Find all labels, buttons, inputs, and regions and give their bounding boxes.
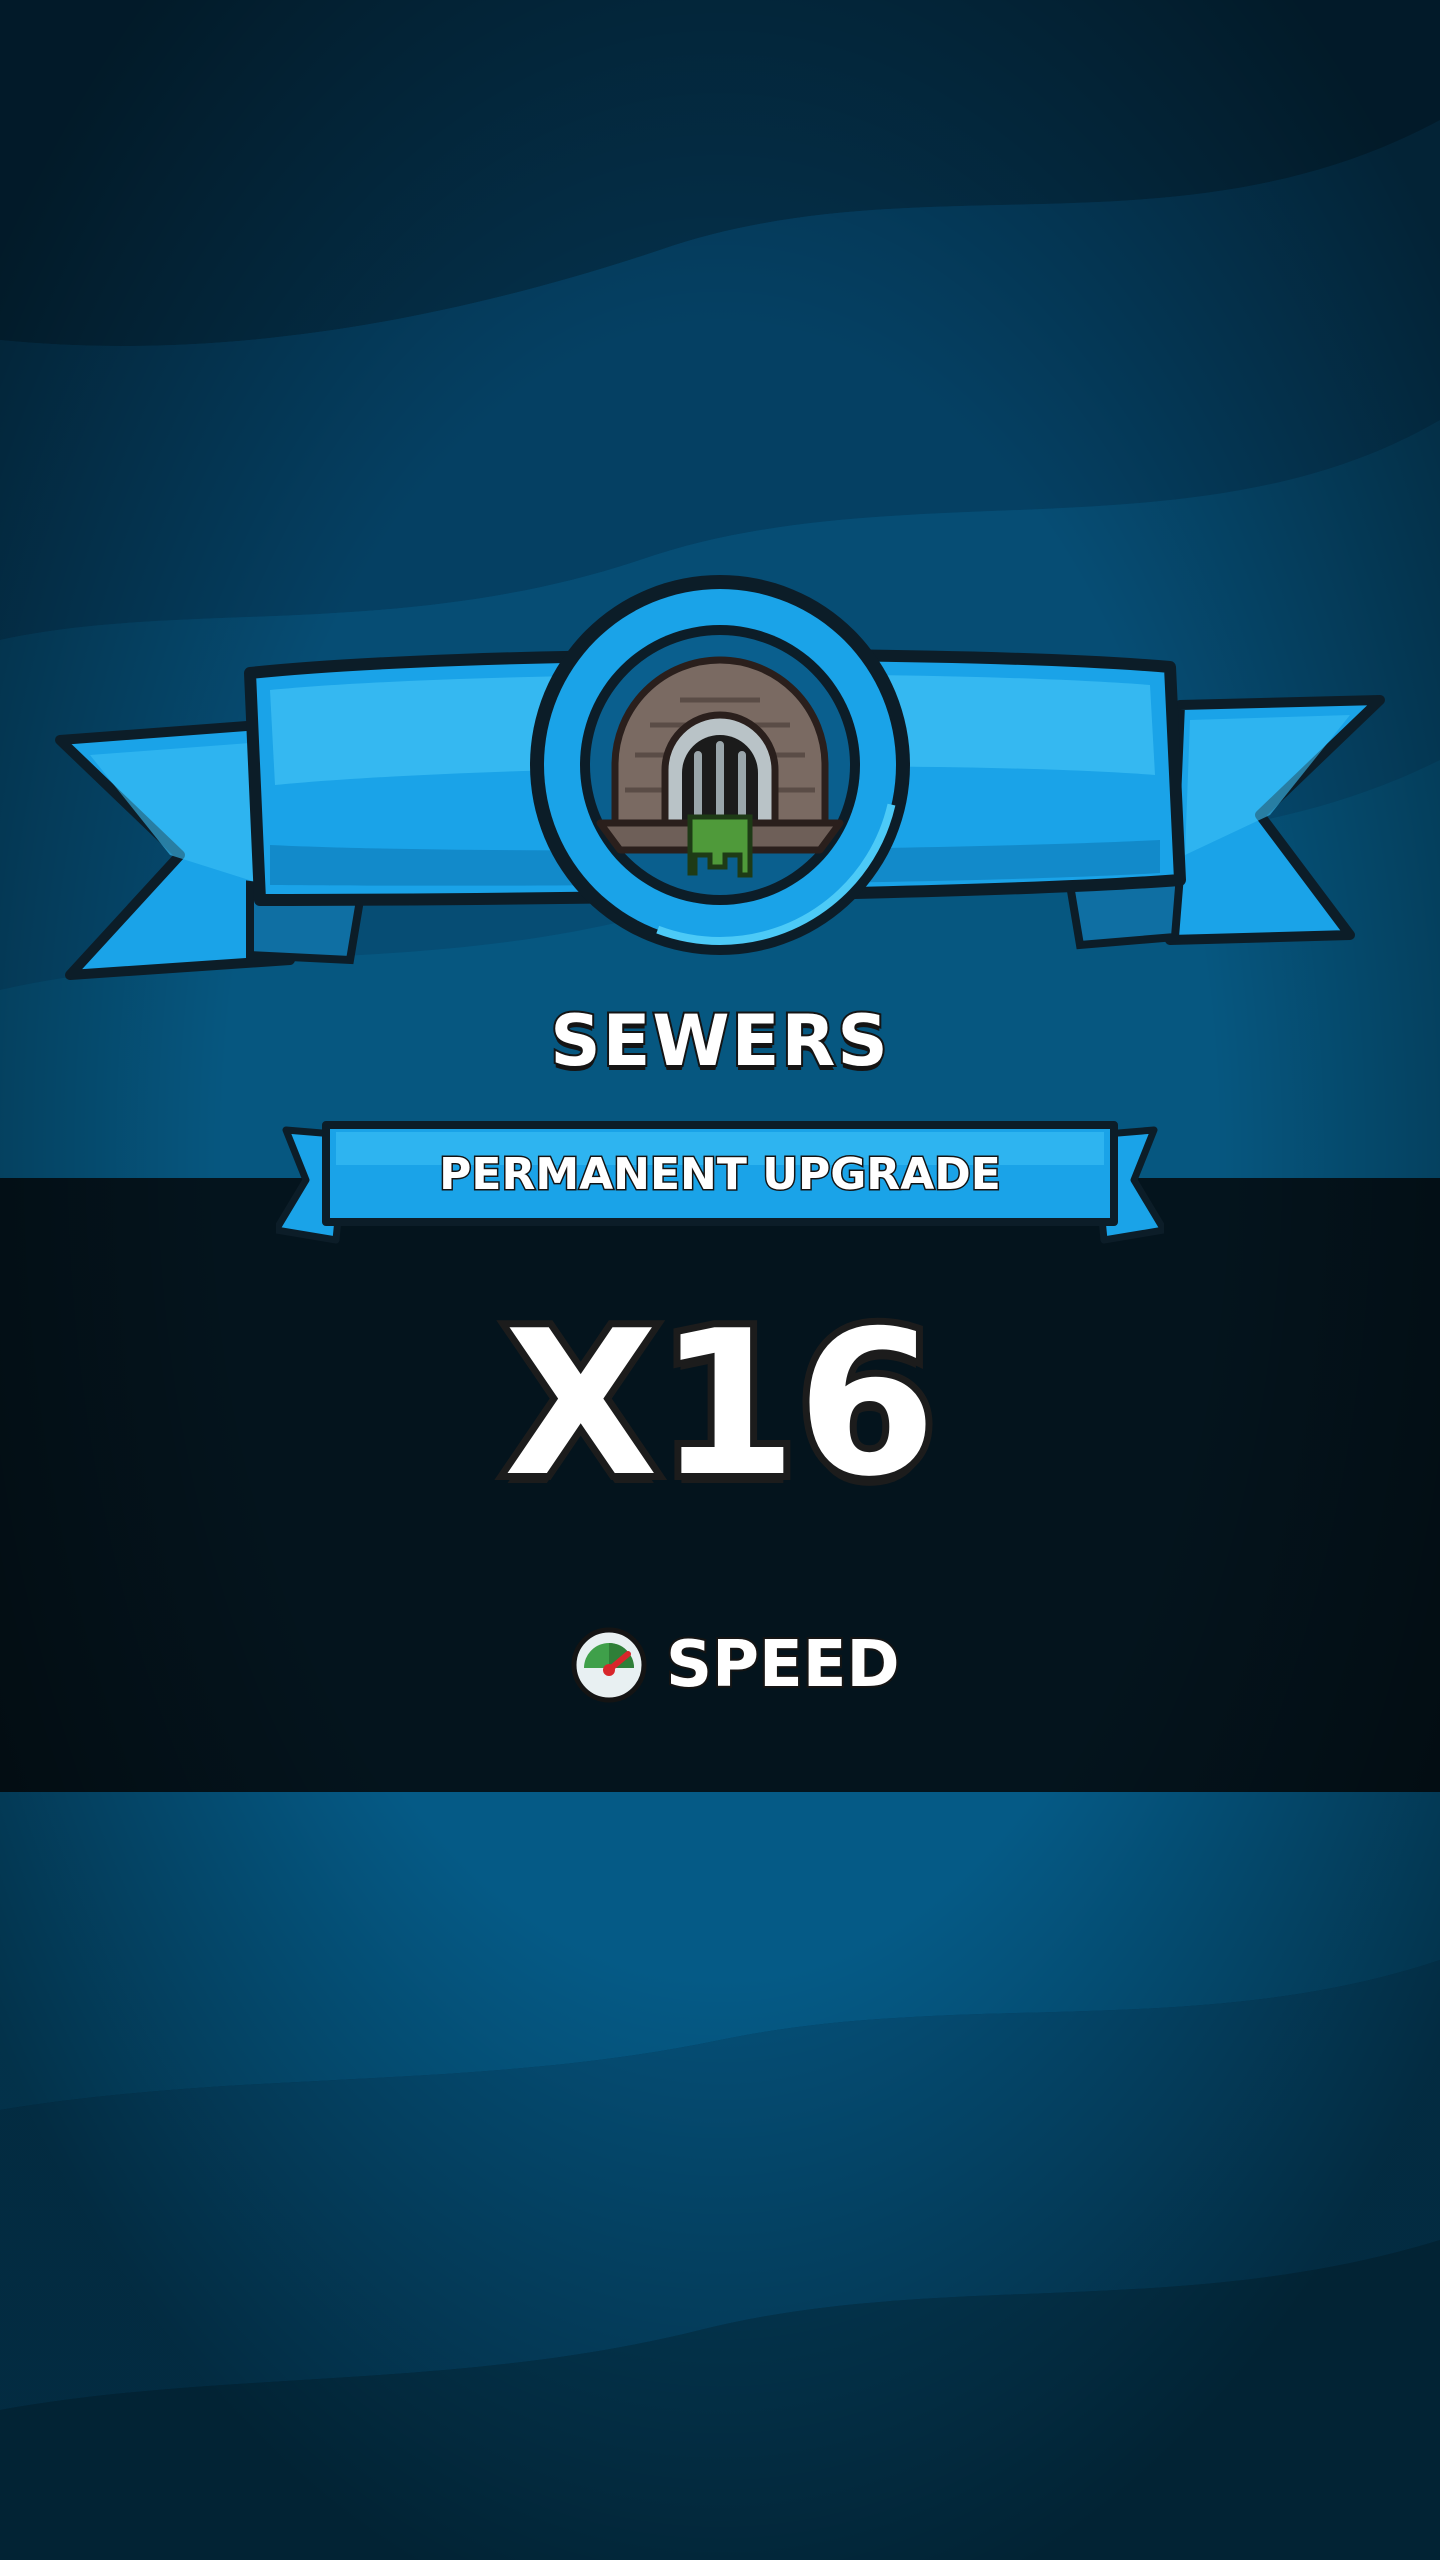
ribbon-label: PERMANENT UPGRADE [438,1148,1003,1202]
upgrade-reward-screen: SEWERS PERMANENT UPGRADE X16 SPEED [0,0,1440,2560]
location-title: SEWERS [548,998,890,1084]
upgrade-multiplier: X16 [497,1288,944,1522]
stat-row: SPEED [570,1620,902,1710]
stat-label: SPEED [664,1626,902,1704]
emblem-banner [55,575,1385,980]
speedometer-icon [571,1627,647,1703]
